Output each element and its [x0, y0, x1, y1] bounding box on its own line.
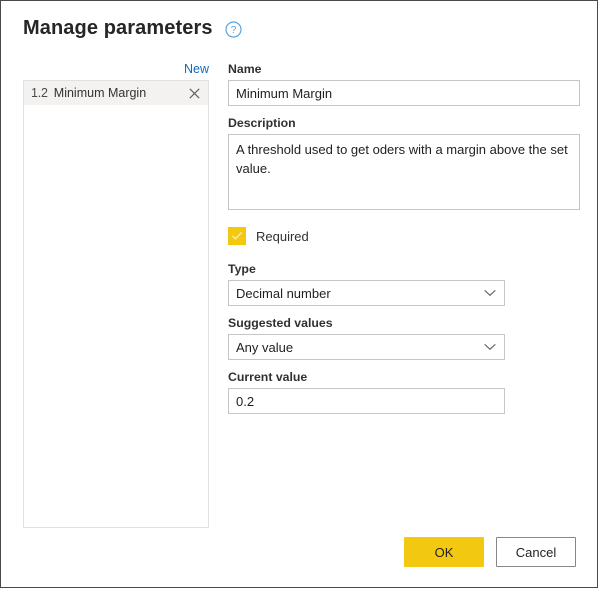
required-label: Required: [256, 228, 309, 244]
current-value-label: Current value: [228, 370, 308, 384]
required-checkbox-row[interactable]: Required: [228, 227, 309, 245]
name-input[interactable]: [228, 80, 580, 106]
dialog-header: Manage parameters ?: [23, 15, 242, 41]
type-select-wrap: Decimal number: [228, 280, 505, 306]
required-checkbox[interactable]: [228, 227, 246, 245]
suggested-values-label: Suggested values: [228, 316, 333, 330]
parameter-form: Name Description A threshold used to get…: [228, 61, 580, 423]
help-circle-icon[interactable]: ?: [224, 20, 242, 38]
new-parameter-link[interactable]: New: [184, 61, 209, 77]
ok-button[interactable]: OK: [404, 537, 484, 567]
name-field-group: Name: [228, 61, 580, 106]
type-field-group: Type Decimal number: [228, 261, 580, 306]
type-selected-value: Decimal number: [236, 285, 331, 301]
chevron-down-icon[interactable]: [483, 286, 497, 300]
decimal-number-type-icon: 1.2: [31, 86, 48, 100]
parameter-list[interactable]: 1.2 Minimum Margin: [23, 80, 209, 528]
dialog-footer: OK Cancel: [404, 537, 576, 567]
list-item-label: Minimum Margin: [53, 86, 147, 100]
description-textarea[interactable]: A threshold used to get oders with a mar…: [228, 134, 580, 210]
suggested-values-select[interactable]: Any value: [228, 334, 505, 360]
description-field-group: Description A threshold used to get oder…: [228, 115, 580, 215]
manage-parameters-dialog: Manage parameters ? New 1.2 Minimum Marg…: [0, 0, 598, 588]
cancel-button[interactable]: Cancel: [496, 537, 576, 567]
name-label: Name: [228, 62, 262, 76]
current-value-input[interactable]: [228, 388, 505, 414]
suggested-values-select-wrap: Any value: [228, 334, 505, 360]
parameters-panel: New 1.2 Minimum Margin: [23, 61, 209, 528]
type-select[interactable]: Decimal number: [228, 280, 505, 306]
type-label: Type: [228, 262, 256, 276]
suggested-values-selected-value: Any value: [236, 339, 294, 355]
description-label: Description: [228, 116, 296, 130]
current-value-field-group: Current value: [228, 369, 580, 414]
svg-text:?: ?: [230, 25, 236, 36]
close-icon[interactable]: [186, 85, 202, 101]
suggested-values-field-group: Suggested values Any value: [228, 315, 580, 360]
chevron-down-icon[interactable]: [483, 340, 497, 354]
page-title: Manage parameters: [23, 17, 213, 39]
new-parameter-bar: New: [23, 61, 209, 78]
list-item[interactable]: 1.2 Minimum Margin: [24, 81, 208, 105]
